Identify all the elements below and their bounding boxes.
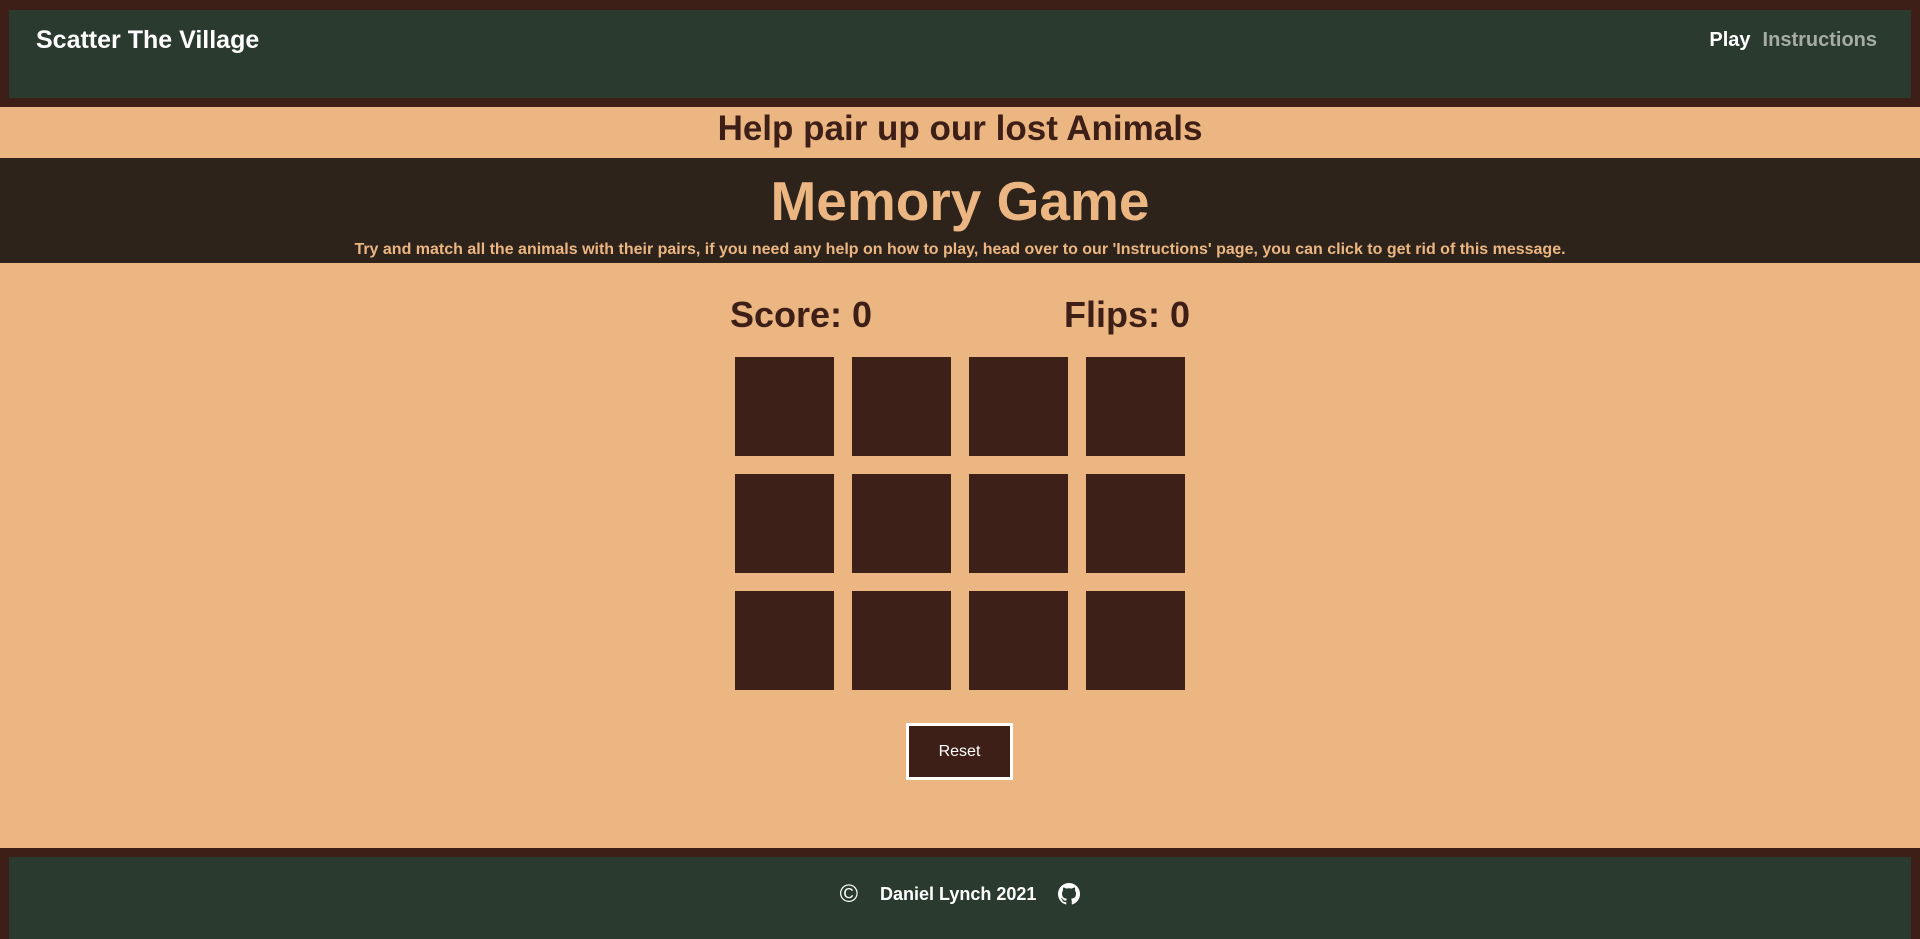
card-grid xyxy=(735,357,1185,690)
banner-message: Try and match all the animals with their… xyxy=(354,241,1566,258)
footer-content: © Daniel Lynch 2021 xyxy=(9,857,1911,931)
memory-card[interactable] xyxy=(969,591,1068,690)
brand-link[interactable]: Scatter The Village xyxy=(36,26,259,55)
game-stats: Score: 0 Flips: 0 xyxy=(730,291,1190,339)
reset-button[interactable]: Reset xyxy=(906,723,1013,780)
memory-card[interactable] xyxy=(1086,357,1185,456)
memory-card[interactable] xyxy=(969,357,1068,456)
nav-links: Play Instructions xyxy=(1709,29,1877,52)
memory-card[interactable] xyxy=(1086,591,1185,690)
page-subheading: Help pair up our lost Animals xyxy=(717,109,1203,148)
footer: © Daniel Lynch 2021 xyxy=(0,848,1920,939)
navbar-inner: Scatter The Village Play Instructions xyxy=(9,10,1911,98)
footer-author: Daniel Lynch 2021 xyxy=(880,883,1037,904)
footer-inner: © Daniel Lynch 2021 xyxy=(9,857,1911,939)
welcome-banner[interactable]: Memory Game Try and match all the animal… xyxy=(0,158,1920,263)
memory-card[interactable] xyxy=(735,357,834,456)
copyright-icon: © xyxy=(839,879,858,908)
github-icon[interactable] xyxy=(1058,883,1081,905)
memory-card[interactable] xyxy=(1086,474,1185,573)
flips-counter: Flips: 0 xyxy=(1063,294,1190,335)
score-counter: Score: 0 xyxy=(730,294,873,335)
navbar: Scatter The Village Play Instructions xyxy=(0,0,1920,107)
nav-link-play[interactable]: Play xyxy=(1709,29,1750,52)
memory-card[interactable] xyxy=(735,591,834,690)
game-title: Memory Game xyxy=(770,170,1150,232)
memory-card[interactable] xyxy=(969,474,1068,573)
memory-card[interactable] xyxy=(852,474,951,573)
memory-card[interactable] xyxy=(735,474,834,573)
nav-link-instructions[interactable]: Instructions xyxy=(1763,29,1877,52)
memory-card[interactable] xyxy=(852,357,951,456)
memory-card[interactable] xyxy=(852,591,951,690)
